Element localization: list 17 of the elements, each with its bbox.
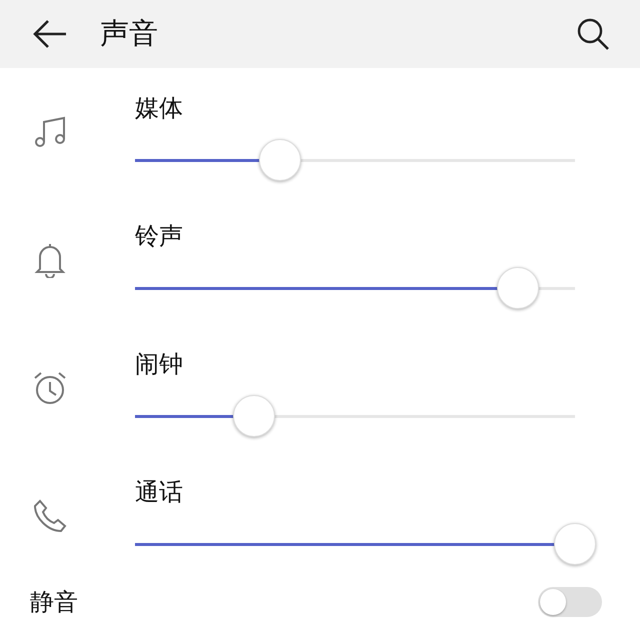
channel-label: 闹钟 (135, 349, 184, 380)
channel-label: 铃声 (135, 221, 184, 252)
music-note-icon (33, 115, 67, 149)
channel-label: 通话 (135, 477, 184, 508)
phone-icon (32, 498, 68, 534)
slider-thumb[interactable] (232, 394, 275, 436)
silent-label: 静音 (30, 586, 78, 618)
channel-label: 媒体 (135, 93, 184, 124)
search-icon[interactable] (576, 17, 610, 51)
slider-thumb[interactable] (554, 522, 596, 564)
alarm-clock-icon (32, 370, 68, 406)
bell-icon (34, 242, 66, 278)
silent-toggle[interactable] (538, 586, 602, 616)
slider-thumb[interactable] (259, 138, 302, 180)
back-icon[interactable] (32, 19, 68, 49)
page-title: 声音 (100, 15, 159, 52)
slider-thumb[interactable] (496, 266, 539, 308)
